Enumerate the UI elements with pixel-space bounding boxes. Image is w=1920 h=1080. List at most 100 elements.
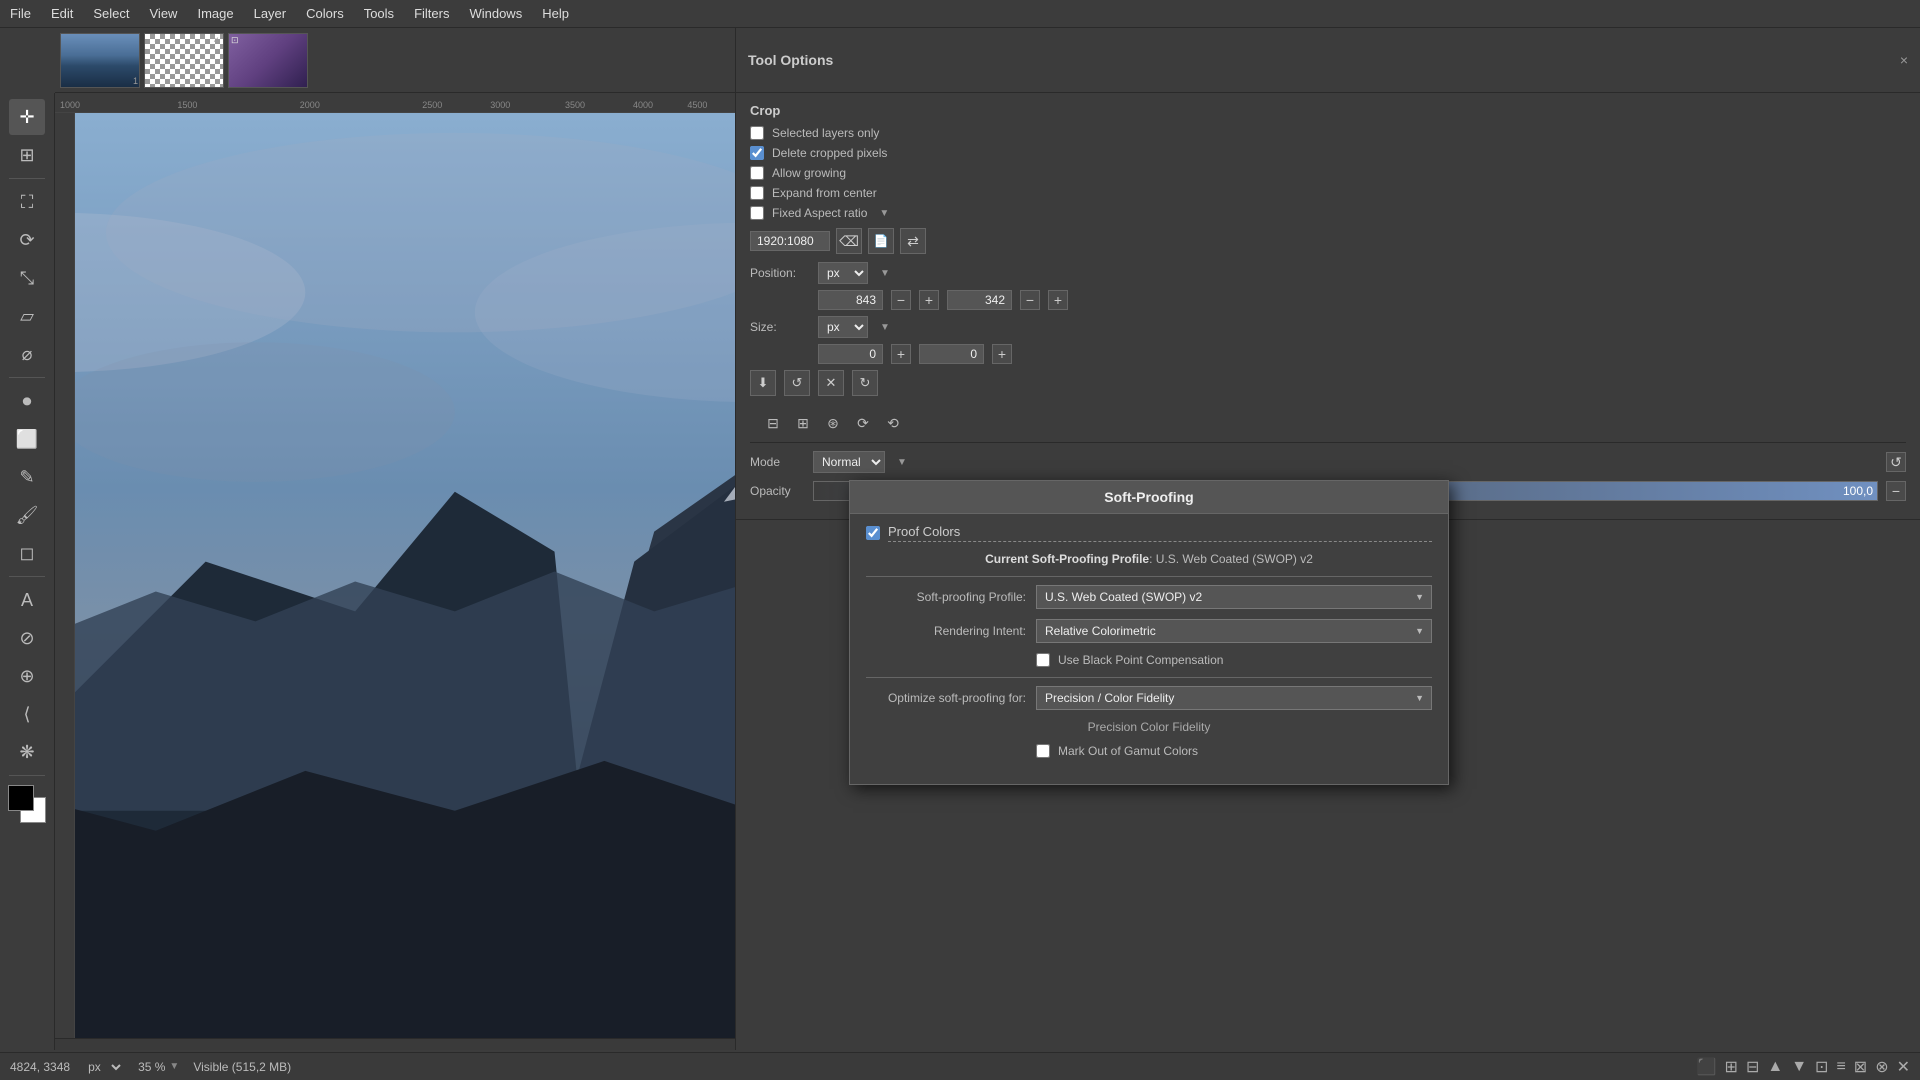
- y-increase-btn[interactable]: +: [1048, 290, 1068, 310]
- mode-select[interactable]: Normal Multiply Screen Overlay: [813, 451, 885, 473]
- mark-gamut-checkbox[interactable]: [1036, 744, 1050, 758]
- x-increase-btn[interactable]: +: [919, 290, 939, 310]
- expand-center-row: Expand from center: [750, 186, 1906, 200]
- size-h-input[interactable]: [919, 344, 984, 364]
- menu-view[interactable]: View: [140, 2, 188, 25]
- thumbnail-1[interactable]: 1: [60, 33, 140, 88]
- tool-gradient[interactable]: ⬜: [9, 421, 45, 457]
- tool-text[interactable]: A: [9, 582, 45, 618]
- tool-crop[interactable]: ⛶: [9, 184, 45, 220]
- tool-rotate[interactable]: ⟳: [9, 222, 45, 258]
- delete-cropped-checkbox[interactable]: [750, 146, 764, 160]
- menu-help[interactable]: Help: [532, 2, 579, 25]
- sp-profile-row: Soft-proofing Profile: U.S. Web Coated (…: [866, 585, 1432, 609]
- status-icon-1[interactable]: ⬛: [1697, 1057, 1717, 1077]
- sp-rendering-dropdown-wrap: Relative Colorimetric Perceptual Saturat…: [1036, 619, 1432, 643]
- tool-eraser[interactable]: ◻: [9, 535, 45, 571]
- tool-zoom[interactable]: ⊕: [9, 658, 45, 694]
- size-unit-select[interactable]: px mm: [818, 316, 868, 338]
- status-icon-6[interactable]: ⊡: [1815, 1057, 1828, 1077]
- tool-perspective[interactable]: ▱: [9, 298, 45, 334]
- tool-options-close-button[interactable]: ×: [1900, 52, 1908, 68]
- tool-eyedropper[interactable]: ⊘: [9, 620, 45, 656]
- ruler-label-3000: 3000: [490, 100, 510, 110]
- channels-icon-btn[interactable]: ⊞: [790, 410, 816, 436]
- position-unit-select[interactable]: px mm in: [818, 262, 868, 284]
- thumbnail-2[interactable]: ×: [144, 33, 224, 88]
- download-icon-btn[interactable]: ⬇: [750, 370, 776, 396]
- status-icon-8[interactable]: ⊠: [1854, 1057, 1867, 1077]
- status-icon-2[interactable]: ⊞: [1725, 1057, 1738, 1077]
- menu-image[interactable]: Image: [187, 2, 243, 25]
- mark-gamut-row: Mark Out of Gamut Colors: [866, 744, 1432, 758]
- thumbnail-close-icon[interactable]: ×: [210, 35, 222, 47]
- opacity-decrease-btn[interactable]: −: [1886, 481, 1906, 501]
- thumbnail-3[interactable]: ⊡: [228, 33, 308, 88]
- coordinates-value: 4824, 3348: [10, 1060, 70, 1074]
- position-x-input[interactable]: [818, 290, 883, 310]
- tool-align[interactable]: ⊞: [9, 137, 45, 173]
- w-increase-btn[interactable]: +: [891, 344, 911, 364]
- history-icon-btn[interactable]: ⟳: [850, 410, 876, 436]
- sp-profile-select[interactable]: U.S. Web Coated (SWOP) v2 sRGB IEC61966-…: [1036, 585, 1432, 609]
- menu-tools[interactable]: Tools: [354, 2, 404, 25]
- fixed-aspect-checkbox[interactable]: [750, 206, 764, 220]
- refresh-icon-btn[interactable]: ⟲: [880, 410, 906, 436]
- tool-warp[interactable]: ⌀: [9, 336, 45, 372]
- status-icon-9[interactable]: ⊗: [1875, 1057, 1888, 1077]
- restore-icon-btn[interactable]: ↻: [852, 370, 878, 396]
- black-point-checkbox[interactable]: [1036, 653, 1050, 667]
- dimension-input[interactable]: [750, 231, 830, 251]
- dimension-swap-btn[interactable]: ⇄: [900, 228, 926, 254]
- tool-paintbucket[interactable]: ⏺: [9, 383, 45, 419]
- layers-icon-btn[interactable]: ⊟: [760, 410, 786, 436]
- zoom-dropdown-icon[interactable]: ▼: [169, 1061, 179, 1072]
- size-w-input[interactable]: [818, 344, 883, 364]
- tool-paint[interactable]: 🖌: [9, 497, 45, 533]
- menu-colors[interactable]: Colors: [296, 2, 354, 25]
- tool-clone[interactable]: ❋: [9, 734, 45, 770]
- status-icon-7[interactable]: ≡: [1836, 1058, 1845, 1076]
- menu-layer[interactable]: Layer: [244, 2, 297, 25]
- dimension-book-btn[interactable]: 📄: [868, 228, 894, 254]
- menu-file[interactable]: File: [0, 2, 41, 25]
- paths-icon-btn[interactable]: ⊛: [820, 410, 846, 436]
- y-decrease-btn[interactable]: −: [1020, 290, 1040, 310]
- canvas-area[interactable]: [75, 113, 735, 1050]
- fixed-aspect-dropdown-icon[interactable]: ▼: [879, 208, 889, 219]
- cancel-icon-btn[interactable]: ✕: [818, 370, 844, 396]
- sp-optimize-select[interactable]: Precision / Color Fidelity Speed: [1036, 686, 1432, 710]
- reset-icon-btn[interactable]: ↺: [784, 370, 810, 396]
- current-profile-row: Current Soft-Proofing Profile: U.S. Web …: [866, 552, 1432, 566]
- status-icon-10[interactable]: ✕: [1897, 1057, 1910, 1077]
- position-row: Position: px mm in ▼: [750, 262, 1906, 284]
- color-swatches[interactable]: [8, 785, 46, 823]
- menu-select[interactable]: Select: [83, 2, 139, 25]
- status-icon-3[interactable]: ⊟: [1746, 1057, 1759, 1077]
- black-point-row: Use Black Point Compensation: [866, 653, 1432, 667]
- dimension-clear-btn[interactable]: ⌫: [836, 228, 862, 254]
- tool-pencil[interactable]: ✎: [9, 459, 45, 495]
- unit-select[interactable]: px mm in: [84, 1059, 124, 1075]
- mode-reset-btn[interactable]: ↺: [1886, 452, 1906, 472]
- expand-center-checkbox[interactable]: [750, 186, 764, 200]
- x-decrease-btn[interactable]: −: [891, 290, 911, 310]
- tool-scale[interactable]: ⤡: [9, 260, 45, 296]
- tool-magnify[interactable]: ⟨: [9, 696, 45, 732]
- tool-options-header: Tool Options ×: [736, 28, 1920, 93]
- allow-growing-checkbox[interactable]: [750, 166, 764, 180]
- menu-filters[interactable]: Filters: [404, 2, 459, 25]
- horizontal-scrollbar[interactable]: [55, 1038, 735, 1050]
- status-icon-4[interactable]: ▲: [1767, 1058, 1783, 1076]
- foreground-color-swatch[interactable]: [8, 785, 34, 811]
- status-icon-5[interactable]: ▼: [1791, 1058, 1807, 1076]
- tool-options-content: Crop Selected layers only Delete cropped…: [736, 93, 1920, 520]
- menu-windows[interactable]: Windows: [459, 2, 532, 25]
- position-y-input[interactable]: [947, 290, 1012, 310]
- sp-rendering-select[interactable]: Relative Colorimetric Perceptual Saturat…: [1036, 619, 1432, 643]
- menu-edit[interactable]: Edit: [41, 2, 83, 25]
- proof-colors-checkbox[interactable]: [866, 526, 880, 540]
- tool-move[interactable]: ✛: [9, 99, 45, 135]
- selected-layers-checkbox[interactable]: [750, 126, 764, 140]
- h-increase-btn[interactable]: +: [992, 344, 1012, 364]
